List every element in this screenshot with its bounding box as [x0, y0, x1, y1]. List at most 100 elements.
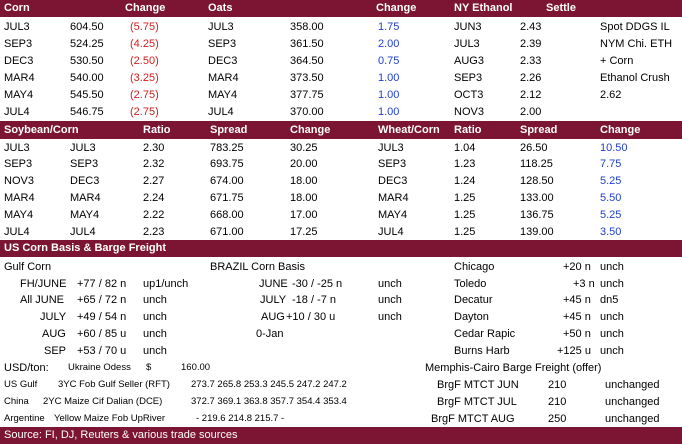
fob-desc: 3YC Fob Gulf Seller (RFT) [58, 379, 170, 390]
wheat-month: JUL4 [378, 226, 404, 238]
gulf-basis: +77 / 82 n [77, 278, 127, 290]
gulf-change: unch [143, 345, 167, 357]
soycorn-header: Soybean/Corn [4, 124, 79, 136]
wheat-spread: 139.00 [520, 226, 554, 238]
oats-change: 1.00 [378, 89, 400, 101]
fob-values: 273.7 265.8 253.3 245.5 247.2 247.2 [191, 379, 347, 390]
corn-month: JUL4 [4, 106, 30, 118]
change-header: Change [290, 124, 331, 136]
corn-change: (5.75) [130, 21, 159, 33]
fob-origin: US Gulf [4, 379, 38, 390]
soy-ratio: 2.22 [143, 209, 165, 221]
market-sheet: Corn Change Oats Change NY Ethanol Settl… [0, 0, 682, 444]
gulf-month: AUG [42, 328, 66, 340]
corn-price: 524.25 [70, 38, 104, 50]
barge-value: 210 [548, 396, 567, 408]
fob-desc: 2YC Maize Cif Dalian (DCE) [43, 396, 163, 407]
city-change: dn5 [600, 294, 619, 306]
soy-month: SEP3 [4, 158, 33, 170]
fob-values: - 219.6 214.8 215.7 - [196, 413, 285, 424]
city-basis: +3 n [573, 278, 595, 290]
ethanol-note: + Corn [600, 55, 634, 67]
barge-name: BrgF MTCT JUN [437, 379, 519, 391]
soy-ratio: 2.32 [143, 158, 165, 170]
ethanol-month: SEP3 [454, 72, 483, 84]
city-change: unch [600, 345, 624, 357]
barge-change: unchanged [605, 379, 660, 391]
barge-name: BrgF MTCT AUG [431, 413, 515, 425]
ukraine-odessa-value: 160.00 [181, 362, 211, 373]
ethanol-note: Spot DDGS IL [600, 21, 670, 33]
wheat-change: 10.50 [600, 142, 628, 154]
wheat-change: 3.50 [600, 226, 622, 238]
corn-change: (3.25) [130, 72, 159, 84]
soy-change: 17.25 [290, 226, 318, 238]
ukraine-odessa-label: Ukraine Odess [68, 362, 131, 373]
soy-spread: 671.75 [210, 192, 244, 204]
wheat-month: MAR4 [378, 192, 409, 204]
ethanol-month: OCT3 [454, 89, 484, 101]
soy-ratio: 2.24 [143, 192, 165, 204]
ratio-header: Ratio [143, 124, 171, 136]
wheat-month: DEC3 [378, 175, 408, 187]
wheat-change: 5.50 [600, 192, 622, 204]
corn-change: (2.50) [130, 55, 159, 67]
oats-month: JUL4 [208, 106, 234, 118]
brazil-basis: -18 / -7 n [292, 294, 337, 306]
corn-change-header: Change [125, 2, 166, 14]
ethanol-settle: 2.00 [520, 106, 542, 118]
gulf-basis: +65 / 72 n [77, 294, 127, 306]
soy-change: 18.00 [290, 175, 318, 187]
city-basis: +125 u [557, 345, 591, 357]
gulf-month: JULY [40, 311, 67, 323]
ratio2-header: Ratio [454, 124, 482, 136]
basis-freight-header: US Corn Basis & Barge Freight [0, 240, 682, 257]
wheat-ratio: 1.25 [454, 209, 476, 221]
oats-price: 358.00 [290, 21, 324, 33]
corn-header: Corn [4, 2, 30, 14]
wheat-month: MAY4 [378, 209, 408, 221]
barge-value: 250 [548, 413, 567, 425]
wheat-ratio: 1.24 [454, 175, 476, 187]
barge-change: unchanged [605, 396, 660, 408]
city-basis: +20 n [563, 261, 591, 273]
corn-month: JUL4 [70, 226, 96, 238]
basis-freight-title: US Corn Basis & Barge Freight [4, 242, 166, 254]
ethanol-month: NOV3 [454, 106, 484, 118]
city-name: Toledo [454, 278, 487, 290]
gulf-change: unch [143, 294, 167, 306]
city-name: Cedar Rapic [454, 328, 516, 340]
oats-month: MAY4 [208, 89, 238, 101]
corn-month: SEP3 [4, 38, 33, 50]
brazil-basis: -30 / -25 n [292, 278, 343, 290]
oats-change: 1.00 [378, 72, 400, 84]
oats-price: 377.75 [290, 89, 324, 101]
soy-month: MAR4 [4, 192, 35, 204]
fob-origin: China [4, 396, 29, 407]
ethanol-note: NYM Chi. ETH [600, 38, 673, 50]
gulf-basis: +60 / 85 u [77, 328, 127, 340]
corn-month: DEC3 [4, 55, 34, 67]
gulf-basis: +49 / 54 n [77, 311, 127, 323]
wheat-ratio: 1.25 [454, 192, 476, 204]
wheat-spread: 136.75 [520, 209, 554, 221]
soy-spread: 693.75 [210, 158, 244, 170]
wheat-spread: 118.25 [520, 158, 553, 170]
brazil-basis: +10 / 30 u [286, 311, 336, 323]
wheat-spread: 133.00 [520, 192, 554, 204]
gulf-month: All JUNE [20, 294, 65, 306]
spread-header: Soybean/Corn Ratio Spread Change Wheat/C… [0, 121, 682, 139]
brazil-change: unch [378, 294, 402, 306]
corn-month: JUL3 [4, 21, 30, 33]
fob-values: 372.7 369.1 363.8 357.7 354.4 353.4 [191, 396, 347, 407]
brazil-month: AUG [261, 311, 285, 323]
city-name: Dayton [454, 311, 489, 323]
soy-change: 20.00 [290, 158, 318, 170]
soy-spread: 668.00 [210, 209, 244, 221]
ethanol-settle: 2.33 [520, 55, 542, 67]
spread-col-header: Spread [210, 124, 248, 136]
wheat-change: 5.25 [600, 175, 622, 187]
soy-month: NOV3 [4, 175, 34, 187]
fob-desc: Yellow Maize Fob UpRiver [54, 413, 166, 424]
corn-change: (4.25) [130, 38, 159, 50]
